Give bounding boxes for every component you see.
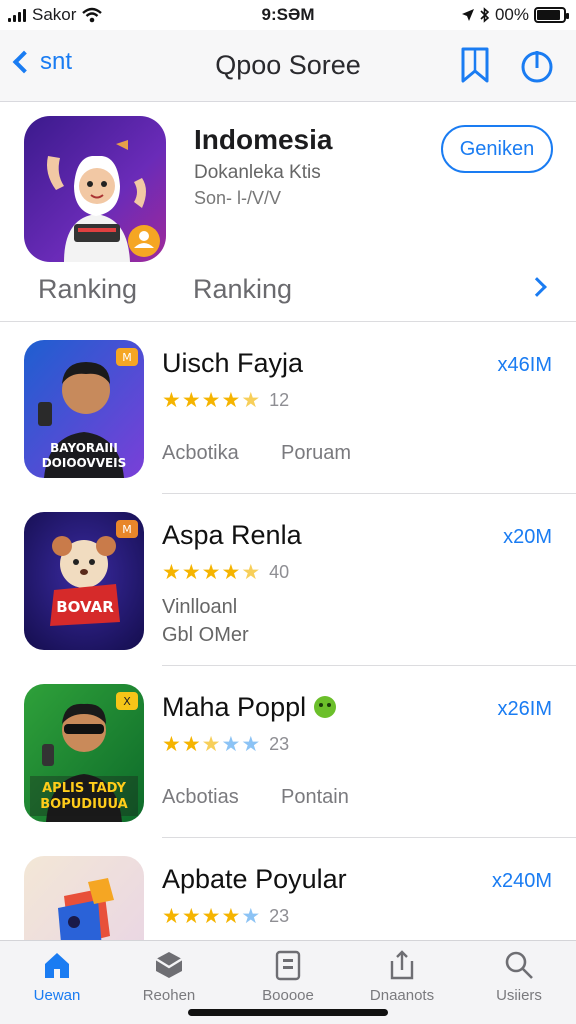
star-rating: ★ ★ ★ ★ ★ 23	[162, 734, 289, 755]
divider	[162, 665, 576, 666]
app-icon-text: BAYORAIII	[50, 441, 118, 455]
status-right: 00%	[461, 5, 569, 25]
upload-icon	[390, 950, 414, 980]
star-half-icon: ★	[201, 733, 221, 756]
featured-subtitle: Dokanleka Ktis	[194, 162, 321, 183]
search-icon	[505, 951, 533, 979]
apps-icon	[155, 952, 183, 978]
app-name: Aspa Renla	[162, 520, 302, 550]
star-filled-icon: ★	[162, 561, 181, 584]
tab-label: Dnaanots	[369, 987, 435, 1004]
tab-home[interactable]: Uewan	[2, 949, 112, 1004]
star-rating: ★ ★ ★ ★ ★ 40	[162, 562, 289, 583]
home-icon	[45, 953, 69, 978]
star-filled-icon: ★	[201, 389, 221, 412]
get-button[interactable]: Geniken	[441, 125, 553, 173]
featured-subtitle-2: Son- l-/V/V	[194, 188, 282, 208]
rating-count: 12	[269, 390, 290, 410]
featured-section: Indomesia Dokanleka Ktis Son- l-/V/V Gen…	[0, 104, 576, 322]
bluetooth-icon	[480, 7, 490, 23]
featured-title: Indomesia	[194, 124, 333, 155]
app-row[interactable]: M BAYORAIII DOIOOVVEIS Uisch Fayja x46IM…	[0, 324, 576, 494]
app-name-text: Maha Poppl	[162, 692, 307, 722]
tab-apps[interactable]: Reohen	[114, 949, 224, 1004]
star-filled-icon: ★	[181, 905, 201, 928]
rating-count: 40	[269, 562, 290, 582]
rating-count: 23	[269, 734, 290, 754]
navigation-bar: snt Qpoo Soree	[0, 30, 576, 102]
star-half-icon: ★	[241, 561, 261, 584]
app-icon-text: APLIS TADY	[42, 781, 126, 796]
star-filled-icon: ★	[181, 389, 201, 412]
app-icon[interactable]: BOVAR M	[24, 512, 144, 650]
location-arrow-icon	[461, 9, 474, 21]
status-bar: Sakor 9:SƏM 00%	[0, 0, 576, 30]
app-size: x26IM	[497, 698, 552, 720]
star-filled-icon: ★	[201, 905, 221, 928]
app-subtitle: Gbl OMer	[162, 624, 249, 646]
app-row[interactable]: BOVAR M Aspa Renla x20M ★ ★ ★ ★ ★ 40 Vinlloan…	[0, 496, 576, 666]
home-indicator	[188, 1009, 388, 1016]
star-filled-icon: ★	[181, 561, 201, 584]
tab-label: Reohen	[142, 987, 196, 1004]
star-filled-icon: ★	[221, 905, 241, 928]
ranking-tab-2[interactable]: Ranking	[193, 274, 292, 305]
app-icon-badge: X	[123, 695, 131, 708]
star-filled-icon: ★	[162, 733, 181, 756]
star-filled-icon: ★	[221, 561, 241, 584]
app-tag: Acbotias	[162, 786, 239, 808]
star-empty-icon: ★	[241, 733, 261, 756]
star-empty-icon: ★	[221, 733, 241, 756]
app-size: x46IM	[497, 354, 552, 376]
app-name: Apbate Poyular	[162, 864, 347, 894]
app-size: x240M	[491, 870, 552, 892]
star-filled-icon: ★	[181, 733, 201, 756]
app-icon-text: BOPUDIUUA	[40, 797, 127, 812]
app-name: Uisch Fayja	[162, 348, 304, 378]
star-filled-icon: ★	[162, 905, 181, 928]
app-size: x20M	[503, 526, 552, 548]
rating-count: 23	[269, 906, 290, 926]
tab-search[interactable]: Usiiers	[464, 949, 574, 1004]
featured-app-icon[interactable]	[24, 116, 166, 262]
star-filled-icon: ★	[201, 561, 221, 584]
star-rating: ★ ★ ★ ★ ★ 23	[162, 906, 289, 927]
ranking-tab-1[interactable]: Ranking	[38, 274, 137, 305]
app-icon-badge: M	[122, 351, 132, 364]
app-icon-text: DOIOOVVEIS	[42, 456, 127, 470]
tab-updates[interactable]: Dnaanots	[347, 949, 457, 1004]
battery-percent: 00%	[494, 5, 529, 24]
chevron-right-icon[interactable]	[527, 277, 547, 297]
tab-label: Usiiers	[496, 987, 542, 1004]
document-icon	[275, 950, 301, 981]
app-icon-text: BOVAR	[56, 598, 114, 616]
share-icon[interactable]	[520, 46, 554, 84]
tab-documents[interactable]: Booooe	[233, 949, 343, 1004]
app-row[interactable]: X APLIS TADY BOPUDIUUA Maha Poppl x26IM …	[0, 668, 576, 838]
star-filled-icon: ★	[221, 389, 241, 412]
star-empty-icon: ★	[241, 905, 261, 928]
tab-label: Booooe	[262, 987, 314, 1004]
divider	[162, 493, 576, 494]
app-tag: Acbotika	[162, 442, 239, 464]
battery-level	[537, 10, 561, 20]
app-icon-badge: M	[122, 523, 132, 536]
app-tag: Poruam	[281, 442, 352, 464]
app-tag: Pontain	[281, 786, 349, 808]
app-name: Maha Poppl	[162, 692, 336, 723]
tab-label: Uewan	[33, 987, 81, 1004]
app-subtitle: Vinlloanl	[162, 596, 238, 618]
app-icon[interactable]: X APLIS TADY BOPUDIUUA	[24, 684, 144, 822]
star-half-icon: ★	[241, 389, 261, 412]
star-rating: ★ ★ ★ ★ ★ 12	[162, 390, 289, 411]
app-icon[interactable]: M BAYORAIII DOIOOVVEIS	[24, 340, 144, 478]
divider	[162, 837, 576, 838]
battery-icon	[534, 7, 569, 23]
star-filled-icon: ★	[162, 389, 181, 412]
emoji-icon	[313, 696, 336, 718]
bookmark-icon[interactable]	[458, 46, 492, 84]
